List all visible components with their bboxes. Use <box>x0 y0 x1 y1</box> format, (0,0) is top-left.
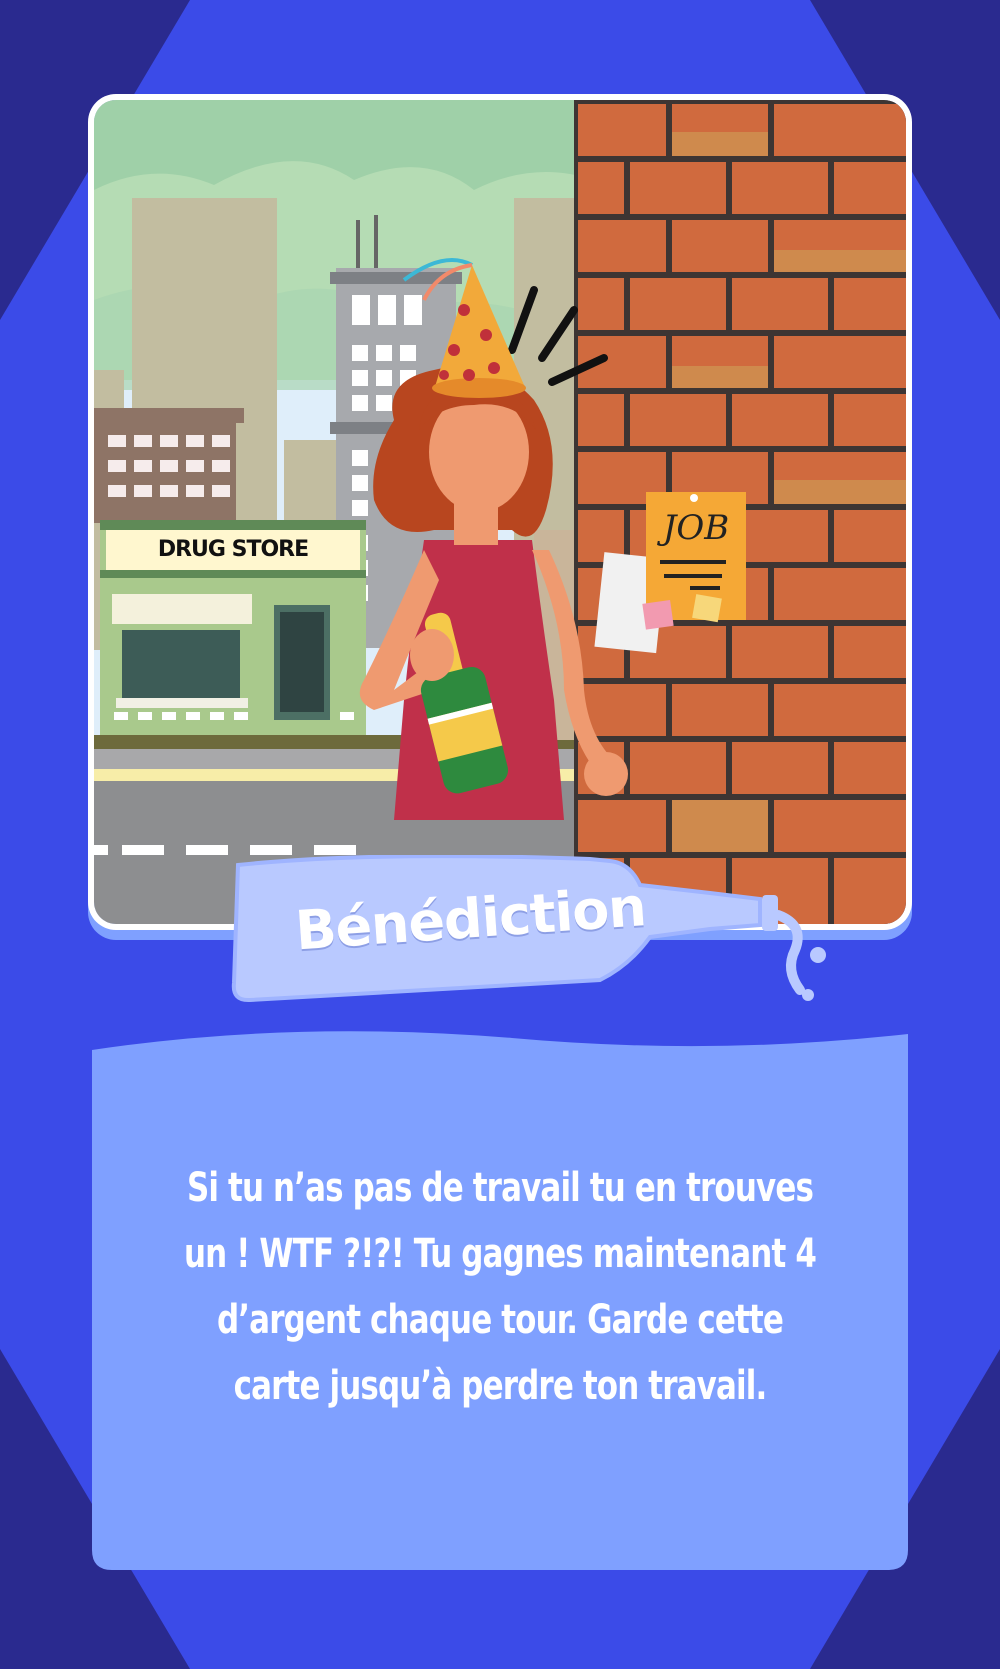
card-description: Si tu n’as pas de travail tu en trouves … <box>183 1165 817 1409</box>
job-notice-label: JOB <box>662 508 730 548</box>
store-sign-text: DRUG STORE <box>157 537 309 562</box>
street-scene-illustration <box>94 100 906 924</box>
card-illustration: DRUG STORE JOB <box>94 100 906 924</box>
